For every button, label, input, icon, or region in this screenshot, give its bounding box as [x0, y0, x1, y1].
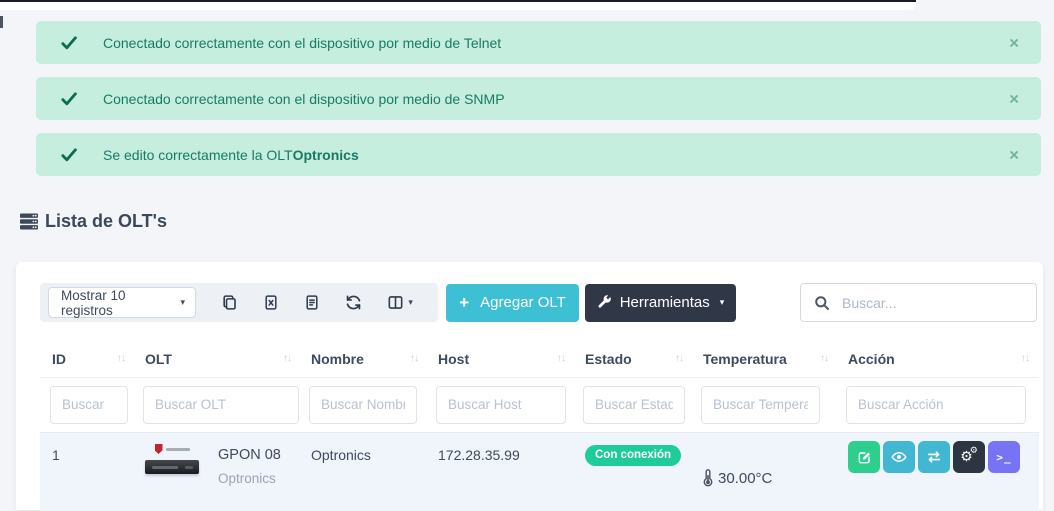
check-icon [61, 148, 77, 162]
alert-text: Conectado correctamente con el dispositi… [103, 35, 501, 51]
cell-accion: ⚙⚙ >_ [836, 433, 1037, 511]
table-row: 1 GPON 08 Optronics Optronics 172.28.35.… [40, 432, 1039, 511]
status-badge: Con conexión [585, 445, 681, 466]
filter-id-input[interactable] [50, 386, 128, 424]
gears-icon: ⚙⚙ [960, 450, 978, 464]
alert-telnet-success: Conectado correctamente con el dispositi… [36, 21, 1041, 64]
table-toolbar: Mostrar 10 registros ▾ [40, 283, 1037, 322]
filter-olt-input[interactable] [143, 386, 299, 424]
cell-temperatura: 30.00°C [691, 433, 836, 511]
check-icon [61, 92, 77, 106]
cell-id: 1 [40, 433, 133, 511]
page-length-value: Mostrar 10 registros [61, 288, 180, 318]
sort-icon[interactable]: ↑↓ [675, 353, 683, 364]
cell-estado: Con conexión [573, 433, 691, 511]
close-icon[interactable]: × [1009, 34, 1019, 51]
close-icon[interactable]: × [1009, 146, 1019, 163]
search-icon [801, 295, 840, 311]
column-header-estado[interactable]: Estado ↑↓ [573, 340, 691, 377]
file-export-icon[interactable] [304, 294, 320, 311]
olt-device-image [143, 441, 201, 474]
search-input[interactable] [840, 294, 1036, 312]
left-edge-artifact [0, 16, 3, 28]
alert-text: Se edito correctamente la OLT [103, 147, 293, 163]
sort-icon[interactable]: ↑↓ [557, 353, 565, 364]
sort-icon[interactable]: ↑↓ [820, 353, 828, 364]
plus-icon: + [459, 294, 469, 311]
temperature-value: 30.00°C [718, 470, 772, 487]
browser-top-strip [0, 0, 916, 10]
filter-nombre-input[interactable] [309, 386, 417, 424]
cell-olt: GPON 08 Optronics [133, 433, 299, 511]
olt-brand: Optronics [218, 471, 281, 486]
filter-estado-input[interactable] [583, 386, 685, 424]
edit-icon [857, 450, 872, 465]
edit-button[interactable] [848, 441, 880, 473]
olt-model: GPON 08 [218, 447, 281, 463]
wrench-icon [597, 295, 612, 310]
filter-temperatura-input[interactable] [701, 386, 820, 424]
cell-host: 172.28.35.99 [426, 433, 573, 511]
cell-nombre: Optronics [299, 433, 426, 511]
filter-accion-input[interactable] [846, 386, 1026, 424]
chevron-down-icon: ▾ [180, 297, 185, 308]
tools-dropdown-button[interactable]: Herramientas ▾ [585, 284, 736, 322]
eye-icon [891, 450, 907, 464]
check-icon [61, 36, 77, 50]
column-header-temperatura[interactable]: Temperatura ↑↓ [691, 340, 836, 377]
alert-stack: Conectado correctamente con el dispositi… [36, 21, 1041, 189]
page-title-text: Lista de OLT's [45, 211, 167, 232]
rack-device-image [145, 460, 199, 474]
chevron-down-icon: ▾ [408, 297, 413, 308]
alert-olt-name: Optronics [293, 147, 359, 163]
table-header-row: ID ↑↓ OLT ↑↓ Nombre ↑↓ Host ↑↓ Estado ↑↓… [40, 340, 1039, 378]
close-icon[interactable]: × [1009, 90, 1019, 107]
view-button[interactable] [883, 441, 915, 473]
server-icon [20, 213, 38, 230]
copy-icon[interactable] [221, 294, 238, 311]
add-olt-button[interactable]: + Agregar OLT [446, 284, 579, 322]
column-header-nombre[interactable]: Nombre ↑↓ [299, 340, 426, 377]
table-search [800, 283, 1037, 322]
alert-snmp-success: Conectado correctamente con el dispositi… [36, 77, 1041, 120]
exchange-icon [926, 450, 942, 464]
transfer-button[interactable] [918, 441, 950, 473]
export-buttons: ▾ [196, 294, 438, 311]
column-header-id[interactable]: ID ↑↓ [40, 340, 133, 377]
alert-text: Conectado correctamente con el dispositi… [103, 91, 505, 107]
sort-icon[interactable]: ↑↓ [1021, 353, 1029, 364]
column-header-host[interactable]: Host ↑↓ [426, 340, 573, 377]
column-header-accion[interactable]: Acción ↑↓ [836, 340, 1037, 377]
sort-icon[interactable]: ↑↓ [410, 353, 418, 364]
table-filter-row [40, 377, 1039, 432]
alert-edit-success: Se edito correctamente la OLT Optronics … [36, 133, 1041, 176]
page-length-select[interactable]: Mostrar 10 registros ▾ [48, 287, 196, 318]
columns-icon[interactable]: ▾ [387, 294, 413, 311]
shield-logo-icon [155, 444, 163, 454]
export-toolbar-group: Mostrar 10 registros ▾ [40, 283, 438, 322]
terminal-button[interactable]: >_ [988, 441, 1020, 473]
refresh-icon[interactable] [345, 294, 362, 311]
page-title: Lista de OLT's [20, 211, 167, 232]
filter-host-input[interactable] [436, 386, 566, 424]
olt-list-card: Mostrar 10 registros ▾ [16, 262, 1043, 510]
thermometer-icon [701, 469, 715, 488]
terminal-icon: >_ [996, 451, 1011, 464]
tools-label: Herramientas [620, 294, 710, 311]
settings-button[interactable]: ⚙⚙ [953, 441, 985, 473]
chevron-down-icon: ▾ [720, 297, 725, 308]
brand-logo [155, 444, 190, 454]
column-header-olt[interactable]: OLT ↑↓ [133, 340, 299, 377]
add-olt-label: Agregar OLT [480, 294, 566, 311]
sort-icon[interactable]: ↑↓ [117, 353, 125, 364]
excel-export-icon[interactable] [263, 294, 279, 311]
sort-icon[interactable]: ↑↓ [283, 353, 291, 364]
